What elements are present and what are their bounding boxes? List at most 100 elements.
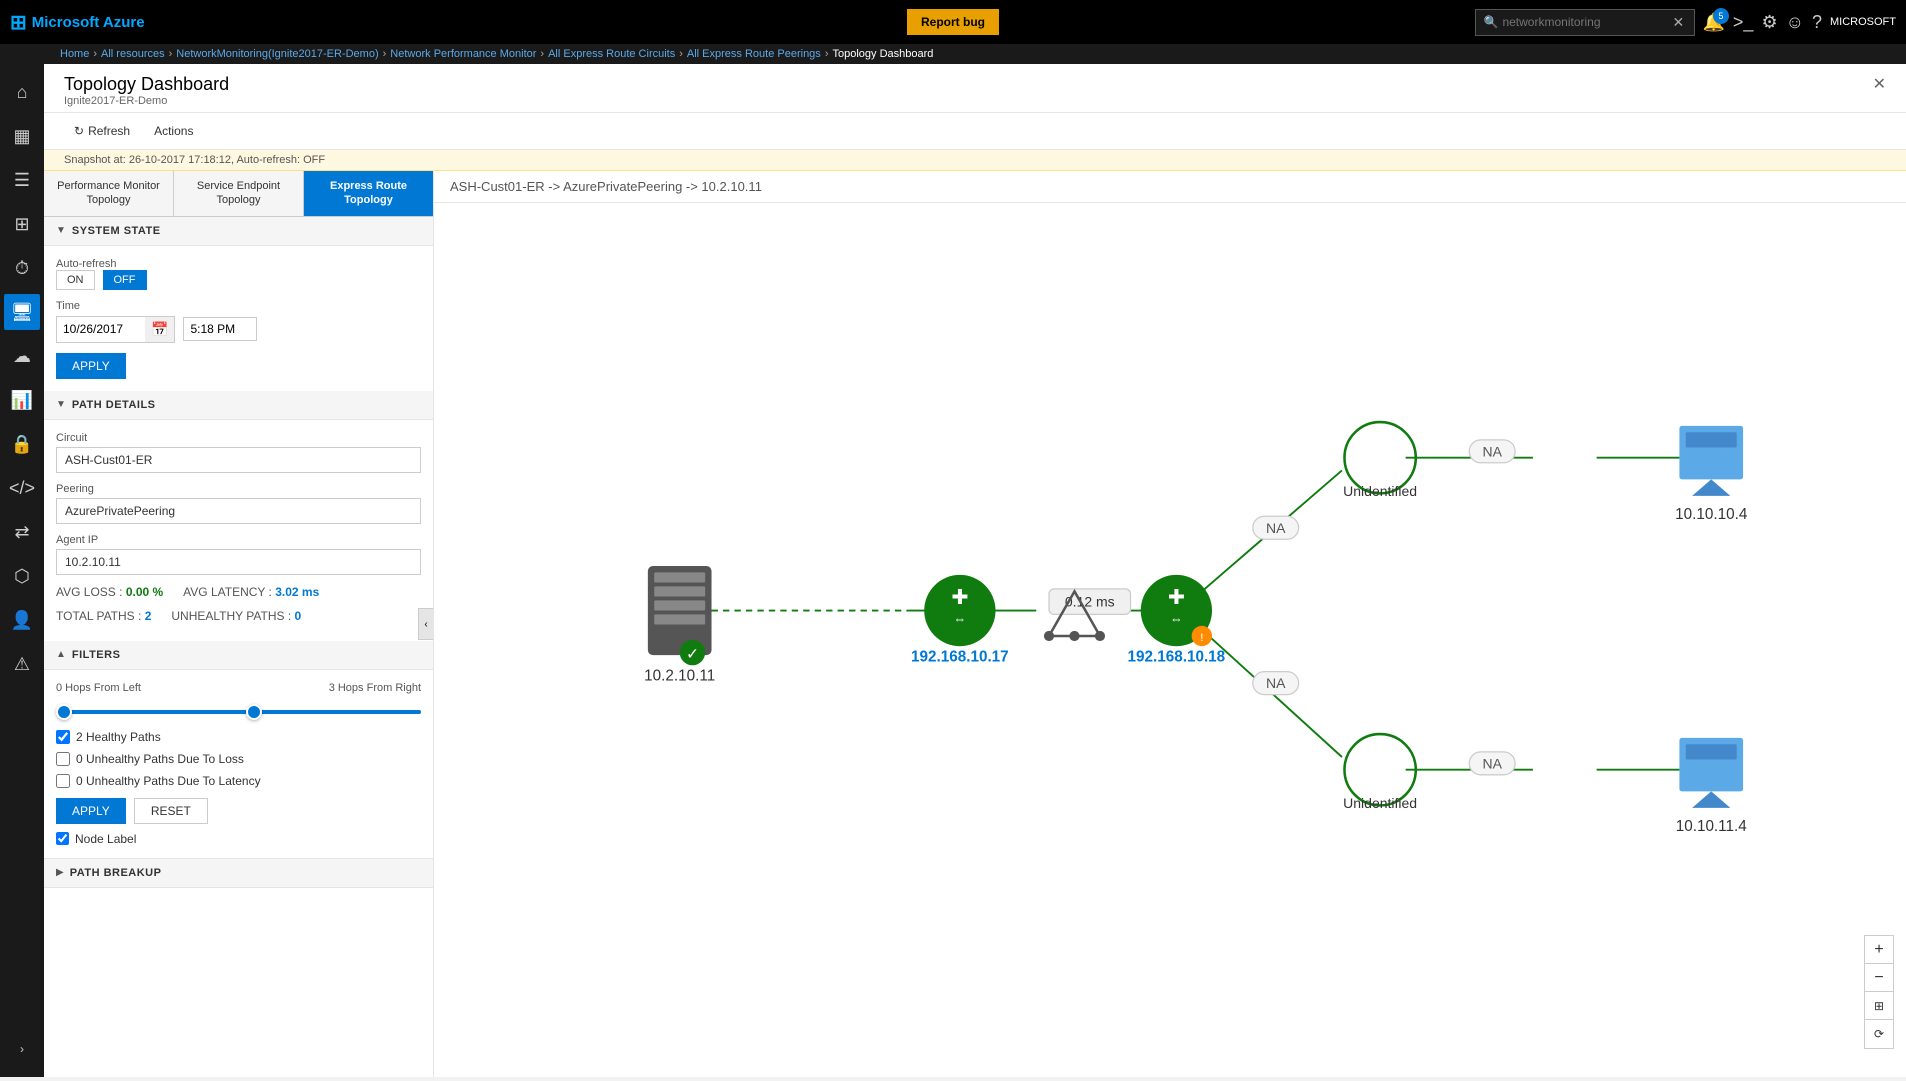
system-state-apply-btn[interactable]: APPLY [56, 353, 126, 379]
refresh-button[interactable]: ↻ Refresh [64, 119, 140, 143]
system-state-section-header[interactable]: ▼ SYSTEM STATE [44, 217, 433, 246]
notification-badge: 5 [1713, 8, 1729, 24]
healthy-paths-checkbox[interactable] [56, 730, 70, 744]
agent-ip-input[interactable] [56, 549, 421, 575]
stats-row: AVG LOSS : 0.00 % AVG LATENCY : 3.02 ms [56, 585, 421, 599]
path-details-title: PATH DETAILS [72, 399, 156, 411]
sidebar-icon-resources[interactable]: ☰ [4, 162, 40, 198]
zoom-reset-btn[interactable]: ⟳ [1865, 1020, 1893, 1048]
unhealthy-loss-checkbox[interactable] [56, 752, 70, 766]
sidebar-expand-btn[interactable]: › [4, 1031, 40, 1067]
terminal-icon[interactable]: >_ [1733, 12, 1754, 33]
sidebar-icon-dashboard[interactable]: ▦ [4, 118, 40, 154]
path-breakup-arrow: ▶ [56, 867, 64, 878]
breadcrumb-allresources[interactable]: All resources [101, 48, 165, 60]
auto-refresh-on-btn[interactable]: ON [56, 270, 95, 290]
avg-loss-value: 0.00 % [126, 585, 163, 599]
avg-loss-label: AVG LOSS : [56, 585, 122, 599]
calendar-icon[interactable]: 📅 [145, 317, 174, 342]
breadcrumb-sep-2: › [383, 48, 387, 60]
filters-section-header[interactable]: ▲ FILTERS [44, 641, 433, 670]
page-close-btn[interactable]: ✕ [1873, 74, 1886, 94]
breadcrumb-bar: Home › All resources › NetworkMonitoring… [0, 44, 1906, 64]
sidebar-icon-puzzle[interactable]: ⬡ [4, 558, 40, 594]
breadcrumb-sep-3: › [540, 48, 544, 60]
search-box[interactable]: 🔍 ✕ [1475, 9, 1695, 36]
settings-icon[interactable]: ⚙ [1761, 12, 1777, 33]
unhealthy-latency-checkbox[interactable] [56, 774, 70, 788]
sidebar-icon-home[interactable]: ⌂ [4, 74, 40, 110]
notification-icon-wrapper[interactable]: 🔔 5 [1703, 12, 1725, 33]
breadcrumb-home[interactable]: Home [60, 48, 89, 60]
circuit-input[interactable] [56, 447, 421, 473]
sidebar-icon-metrics[interactable]: 📊 [4, 382, 40, 418]
source-node[interactable]: ✓ [648, 566, 712, 665]
sidebar-icon-security[interactable]: 🔒 [4, 426, 40, 462]
lower-dest-node[interactable] [1679, 738, 1743, 808]
router1-arrows-icon2: ⇔ [954, 611, 967, 626]
breadcrumb-peerings[interactable]: All Express Route Peerings [687, 48, 821, 60]
filters-body: 0 Hops From Left 3 Hops From Right 2 Hea… [44, 670, 433, 858]
filters-reset-btn[interactable]: RESET [134, 798, 208, 824]
main-layout: ⌂ ▦ ☰ ⊞ ⏱ 🖥 ☁ 📊 🔒 </> ⇄ ⬡ 👤 ⚠ › Topology… [0, 64, 1906, 1077]
sidebar-icon-grid[interactable]: ⊞ [4, 206, 40, 242]
upper-dest-node[interactable] [1679, 426, 1743, 496]
agent-ip-label: Agent IP [56, 534, 421, 546]
actions-button[interactable]: Actions [144, 119, 203, 143]
peering-input[interactable] [56, 498, 421, 524]
breadcrumb-npm[interactable]: Network Performance Monitor [390, 48, 536, 60]
total-paths-stat: TOTAL PATHS : 2 [56, 609, 151, 623]
sidebar-icon-clock[interactable]: ⏱ [4, 250, 40, 286]
sidebar-icon-code[interactable]: </> [4, 470, 40, 506]
sidebar-icon-monitor[interactable]: 🖥 [4, 294, 40, 330]
path-breakup-header[interactable]: ▶ PATH BREAKUP [44, 859, 433, 888]
lower-dest-ip-label: 10.10.11.4 [1676, 818, 1748, 835]
time-label: Time [56, 300, 421, 312]
breadcrumb-circuits[interactable]: All Express Route Circuits [548, 48, 675, 60]
node-label-row: Node Label [56, 832, 421, 846]
router2-ip-label: 192.168.10.18 [1128, 648, 1226, 665]
node-label-checkbox[interactable] [56, 832, 69, 845]
help-icon[interactable]: ? [1812, 12, 1822, 33]
zoom-out-btn[interactable]: − [1865, 964, 1893, 992]
zoom-in-btn[interactable]: + [1865, 936, 1893, 964]
peering-field-row: Peering [56, 483, 421, 524]
user-name[interactable]: MICROSOFT [1830, 16, 1896, 28]
slider-thumb-left[interactable] [56, 704, 72, 720]
sidebar-icon-warning[interactable]: ⚠ [4, 646, 40, 682]
triangle-bottom-dot [1069, 631, 1079, 641]
panel-collapse-btn[interactable]: ‹ [418, 608, 434, 640]
time-input[interactable] [184, 318, 256, 340]
unhealthy-paths-value: 0 [295, 609, 302, 623]
tab-performance[interactable]: Performance Monitor Topology [44, 171, 174, 216]
sidebar-icon-user[interactable]: 👤 [4, 602, 40, 638]
sidebar-icon-cloud[interactable]: ☁ [4, 338, 40, 374]
search-clear-icon[interactable]: ✕ [1672, 14, 1684, 31]
date-input[interactable] [57, 318, 145, 340]
filters-apply-btn[interactable]: APPLY [56, 798, 126, 824]
tab-service-endpoint[interactable]: Service Endpoint Topology [174, 171, 304, 216]
search-input[interactable] [1502, 15, 1672, 29]
side-icons: ⌂ ▦ ☰ ⊞ ⏱ 🖥 ☁ 📊 🔒 </> ⇄ ⬡ 👤 ⚠ › [0, 64, 44, 1077]
smiley-icon[interactable]: ☺ [1786, 12, 1804, 33]
unhealthy-loss-row: 0 Unhealthy Paths Due To Loss [56, 752, 421, 766]
circuit-field-row: Circuit [56, 432, 421, 473]
page-title-block: Topology Dashboard Ignite2017-ER-Demo [64, 74, 229, 107]
sidebar-icon-connect[interactable]: ⇄ [4, 514, 40, 550]
breadcrumb-current: Topology Dashboard [832, 48, 933, 60]
slider-thumb-right[interactable] [246, 704, 262, 720]
ms-icon: ⊞ [10, 10, 27, 35]
filters-title: FILTERS [72, 649, 121, 661]
page-subtitle: Ignite2017-ER-Demo [64, 95, 229, 107]
lower-dest-stand [1692, 791, 1730, 808]
tab-express-route[interactable]: Express Route Topology [304, 171, 433, 216]
path-details-section-header[interactable]: ▼ PATH DETAILS [44, 391, 433, 420]
system-state-title: SYSTEM STATE [72, 225, 161, 237]
zoom-fit-btn[interactable]: ⊞ [1865, 992, 1893, 1020]
breadcrumb-sep-1: › [169, 48, 173, 60]
auto-refresh-off-btn[interactable]: OFF [103, 270, 147, 290]
lower-unid-label: Unidentified [1343, 795, 1417, 811]
peering-label: Peering [56, 483, 421, 495]
report-bug-button[interactable]: Report bug [907, 9, 999, 35]
breadcrumb-networkmonitoring[interactable]: NetworkMonitoring(Ignite2017-ER-Demo) [176, 48, 378, 60]
